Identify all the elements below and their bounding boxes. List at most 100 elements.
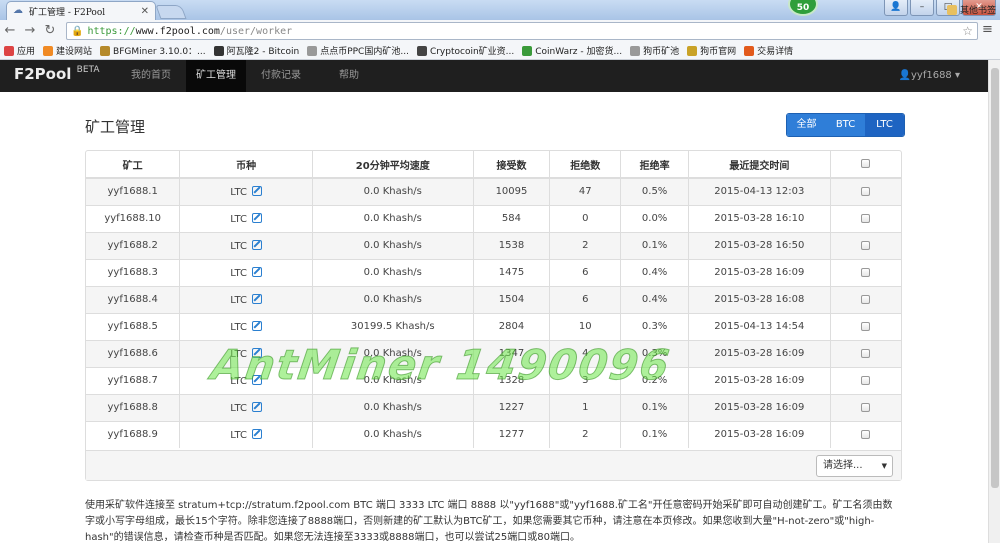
window-titlebar: ☁ 矿工管理 - F2Pool ✕ 50 👤 – □ ✕ [0,0,1000,20]
row-checkbox[interactable] [861,186,871,196]
user-menu[interactable]: 👤yyf1688 ▾ [899,60,960,92]
edit-icon[interactable] [252,212,262,223]
cell-speed: 0.0 Khash/s [312,285,474,313]
filter-btc-button[interactable]: BTC [826,114,865,136]
bookmark-item[interactable]: CoinWarz - 加密货... [522,44,622,57]
select-all-checkbox[interactable] [861,159,871,168]
notification-badge: 50 [788,0,818,16]
row-checkbox[interactable] [861,348,871,358]
nav-help[interactable]: 帮助 [329,60,369,92]
col-accepted[interactable]: 接受数 [473,151,551,179]
browser-menu-icon[interactable]: ≡ [982,23,996,37]
close-tab-icon[interactable]: ✕ [141,6,149,17]
edit-icon[interactable] [252,239,262,250]
cell-select [830,312,901,340]
cell-accepted: 1347 [473,339,551,367]
cell-rate: 0.0% [620,204,690,232]
edit-icon[interactable] [252,266,262,277]
cell-last: 2015-04-13 12:03 [688,177,831,205]
bookmark-item[interactable]: 建设网站 [43,44,92,57]
cell-worker: yyf1688.8 [86,393,181,421]
table-row: yyf1688.5 LTC 30199.5 Khash/s 2804 10 0.3% 201… [86,312,901,340]
row-checkbox[interactable] [861,321,871,331]
cell-worker: yyf1688.6 [86,339,181,367]
edit-icon[interactable] [252,320,262,331]
bookmark-star-icon[interactable]: ☆ [962,24,973,38]
cell-select [830,204,901,232]
bookmark-item[interactable]: BFGMiner 3.10.0：... [100,44,206,57]
forward-arrow-icon[interactable]: → [20,21,40,41]
user-icon: 👤 [898,70,911,81]
nav-payments[interactable]: 付款记录 [251,60,311,92]
edit-icon[interactable] [252,185,262,196]
site-navbar: F2Pool BETA 我的首页 矿工管理 付款记录 帮助 👤yyf1688 ▾ [0,60,1000,92]
bookmark-item[interactable]: 交易详情 [744,44,793,57]
address-bar[interactable]: 🔒 https://www.f2pool.com/user/worker ☆ [66,22,978,40]
cell-select [830,366,901,394]
cell-select [830,177,901,205]
row-checkbox[interactable] [861,267,871,277]
bookmark-item[interactable]: 狗币矿池 [630,44,679,57]
folder-icon [946,4,957,15]
col-reject-rate[interactable]: 拒绝率 [620,151,690,179]
col-rejected[interactable]: 拒绝数 [549,151,622,179]
bookmark-item[interactable]: 点点币PPC国内矿池... [307,44,409,57]
edit-icon[interactable] [252,401,262,412]
scroll-thumb[interactable] [991,68,999,488]
browser-tab[interactable]: ☁ 矿工管理 - F2Pool ✕ [6,1,156,20]
cell-speed: 0.0 Khash/s [312,177,474,205]
bookmark-item[interactable]: 应用 [4,44,35,57]
bookmark-favicon-icon [416,45,427,56]
table-row: yyf1688.8 LTC 0.0 Khash/s 1227 1 0.1% 2015-03-… [86,393,901,421]
col-worker[interactable]: 矿工 [86,151,181,179]
cell-worker: yyf1688.4 [86,285,181,313]
back-arrow-icon[interactable]: ← [0,21,20,41]
bookmark-item[interactable]: 阿瓦隆2 - Bitcoin [213,44,299,57]
edit-icon[interactable] [252,293,262,304]
bulk-action-select[interactable]: 请选择... ▼ [816,455,893,477]
cell-coin: LTC [179,285,313,313]
row-checkbox[interactable] [861,213,871,223]
reload-icon[interactable]: ↻ [40,21,60,41]
cell-coin: LTC [179,393,313,421]
new-tab-button[interactable] [155,5,187,19]
user-switch-button[interactable]: 👤 [884,0,908,16]
edit-icon[interactable] [252,347,262,358]
minimize-button[interactable]: – [910,0,934,16]
row-checkbox[interactable] [861,429,871,439]
cell-rate: 0.2% [620,366,690,394]
cell-worker: yyf1688.2 [86,231,181,259]
nav-workers[interactable]: 矿工管理 [186,60,246,92]
cell-accepted: 1538 [473,231,551,259]
page-scrollbar[interactable] [988,60,1000,543]
cell-worker: yyf1688.5 [86,312,181,340]
col-last-submit[interactable]: 最近提交时间 [688,151,831,179]
cell-select [830,258,901,286]
row-checkbox[interactable] [861,375,871,385]
col-speed[interactable]: 20分钟平均速度 [312,151,474,179]
row-checkbox[interactable] [861,294,871,304]
cell-rate: 0.1% [620,393,690,421]
col-coin[interactable]: 币种 [179,151,313,179]
browser-toolbar: ← → ↻ 🔒 https://www.f2pool.com/user/work… [0,20,1000,42]
site-brand[interactable]: F2Pool BETA [14,65,100,83]
cell-last: 2015-04-13 14:54 [688,312,831,340]
nav-home[interactable]: 我的首页 [121,60,181,92]
cell-coin: LTC [179,312,313,340]
row-checkbox[interactable] [861,240,871,250]
bookmark-favicon-icon [100,45,111,56]
row-checkbox[interactable] [861,402,871,412]
bookmark-favicon-icon [43,45,54,56]
filter-all-button[interactable]: 全部 [787,114,826,136]
cell-speed: 30199.5 Khash/s [312,312,474,340]
filter-ltc-button[interactable]: LTC [865,114,904,136]
bookmark-favicon-icon [687,45,698,56]
lock-icon: 🔒 [71,25,84,37]
cell-accepted: 584 [473,204,551,232]
bookmark-item[interactable]: 狗币官网 [687,44,736,57]
edit-icon[interactable] [252,374,262,385]
other-bookmarks[interactable]: 其他书签 [946,3,996,16]
bookmark-item[interactable]: Cryptocoin矿业资... [416,44,514,57]
cell-rate: 0.4% [620,258,690,286]
edit-icon[interactable] [252,428,262,439]
